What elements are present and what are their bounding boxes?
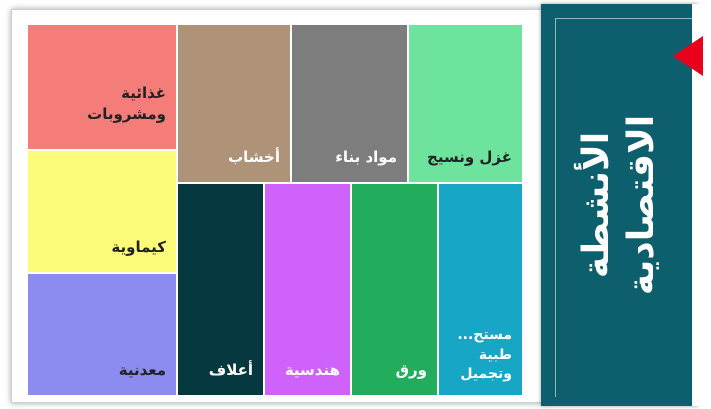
tile-fodder-label: أعلاف xyxy=(208,361,253,379)
title-line-1: الأنشطة xyxy=(576,131,618,279)
tile-paper[interactable]: ورق xyxy=(352,184,437,395)
tile-fodder[interactable]: أعلاف xyxy=(178,184,263,395)
tile-food-beverages-label-2: ومشروبات xyxy=(87,105,166,123)
tile-medical-cosmetics[interactable]: مستح... طبية وتجميل xyxy=(439,184,522,395)
tile-chemicals-label: كيماوية xyxy=(111,238,166,256)
tile-medical-cosmetics-label: مستح... xyxy=(457,327,512,344)
tile-chemicals[interactable]: كيماوية xyxy=(28,151,176,272)
arrow-left-icon[interactable] xyxy=(673,36,703,76)
tile-textiles[interactable]: غزل ونسيج xyxy=(409,25,522,182)
tile-medical-cosmetics-label-3: وتجميل xyxy=(460,366,512,383)
tile-wood[interactable]: أخشاب xyxy=(178,25,290,182)
tile-paper-label: ورق xyxy=(395,361,427,379)
tile-engineering[interactable]: هندسية xyxy=(265,184,350,395)
page-title: الأنشطة الاقتصادية xyxy=(575,115,665,295)
tile-medical-cosmetics-label-2: طبية xyxy=(478,346,512,363)
tile-food-beverages-label: غذائية xyxy=(121,84,166,102)
tile-food-beverages[interactable]: غذائية ومشروبات xyxy=(28,25,176,149)
tile-metals[interactable]: معدنية xyxy=(28,274,176,395)
tile-engineering-label: هندسية xyxy=(284,361,340,379)
tile-metals-label: معدنية xyxy=(118,361,166,379)
activities-treemap: غذائية ومشروبات أخشاب مواد بناء غزل ونسي… xyxy=(28,25,524,395)
tile-building-materials[interactable]: مواد بناء xyxy=(292,25,407,182)
tile-building-materials-label: مواد بناء xyxy=(335,148,397,166)
tile-textiles-label: غزل ونسيج xyxy=(427,148,512,166)
title-line-2: الاقتصادية xyxy=(621,114,663,296)
tile-wood-label: أخشاب xyxy=(228,148,280,166)
